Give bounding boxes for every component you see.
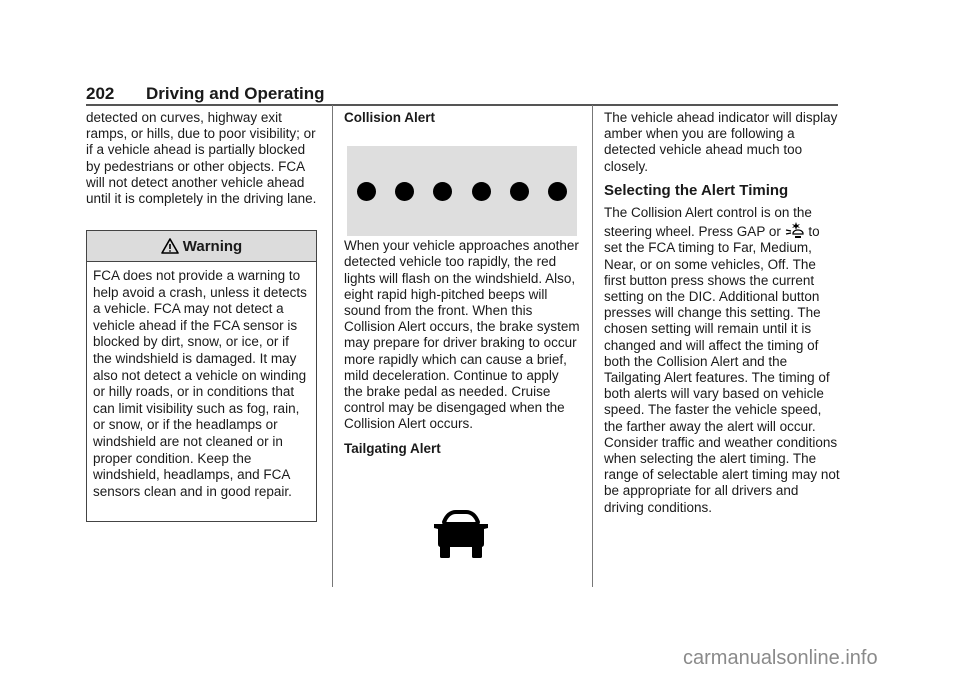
column-divider xyxy=(332,105,333,587)
tailgating-alert-heading: Tailgating Alert xyxy=(344,440,441,456)
alert-timing-text-start: The Collision Alert control is on the st… xyxy=(604,205,812,240)
column-divider xyxy=(592,105,593,587)
warning-triangle-icon xyxy=(160,238,179,254)
collision-alert-heading: Collision Alert xyxy=(344,110,436,125)
column-1: detected on curves, highway exit ramps, … xyxy=(86,110,321,207)
alert-light-dot xyxy=(395,181,415,201)
alert-timing-heading: Selecting the Alert Timing xyxy=(604,181,789,199)
column-3: The vehicle ahead indicator will display… xyxy=(604,110,840,516)
collision-alert-button-icon xyxy=(785,222,804,239)
watermark: carmanualsonline.info xyxy=(683,647,878,669)
collision-alert-lights-image xyxy=(347,146,577,236)
alert-timing-text-end: to set the FCA timing to Far, Medium, Ne… xyxy=(604,224,840,515)
alert-light-dot xyxy=(471,181,491,201)
vehicle-ahead-icon xyxy=(434,510,488,558)
warning-title: Warning xyxy=(182,237,243,255)
warning-box: Warning FCA does not provide a warning t… xyxy=(86,230,317,522)
collision-alert-text: When your vehicle approaches another det… xyxy=(344,238,580,432)
warning-body: FCA does not provide a warning to help a… xyxy=(93,268,307,499)
alert-timing-paragraph: The Collision Alert control is on the st… xyxy=(604,205,840,516)
section-title: Driving and Operating xyxy=(146,84,325,103)
page-number: 202 xyxy=(86,84,115,103)
intro-paragraph: detected on curves, highway exit ramps, … xyxy=(86,110,317,207)
alert-light-dot xyxy=(509,181,529,201)
alert-light-dot xyxy=(547,181,567,201)
page-header: 202 Driving and Operating xyxy=(86,82,838,106)
alert-light-dot xyxy=(433,181,453,201)
vehicle-ahead-paragraph: The vehicle ahead indicator will display… xyxy=(604,110,838,174)
warning-header: Warning xyxy=(87,231,316,262)
alert-light-dot xyxy=(357,181,376,201)
